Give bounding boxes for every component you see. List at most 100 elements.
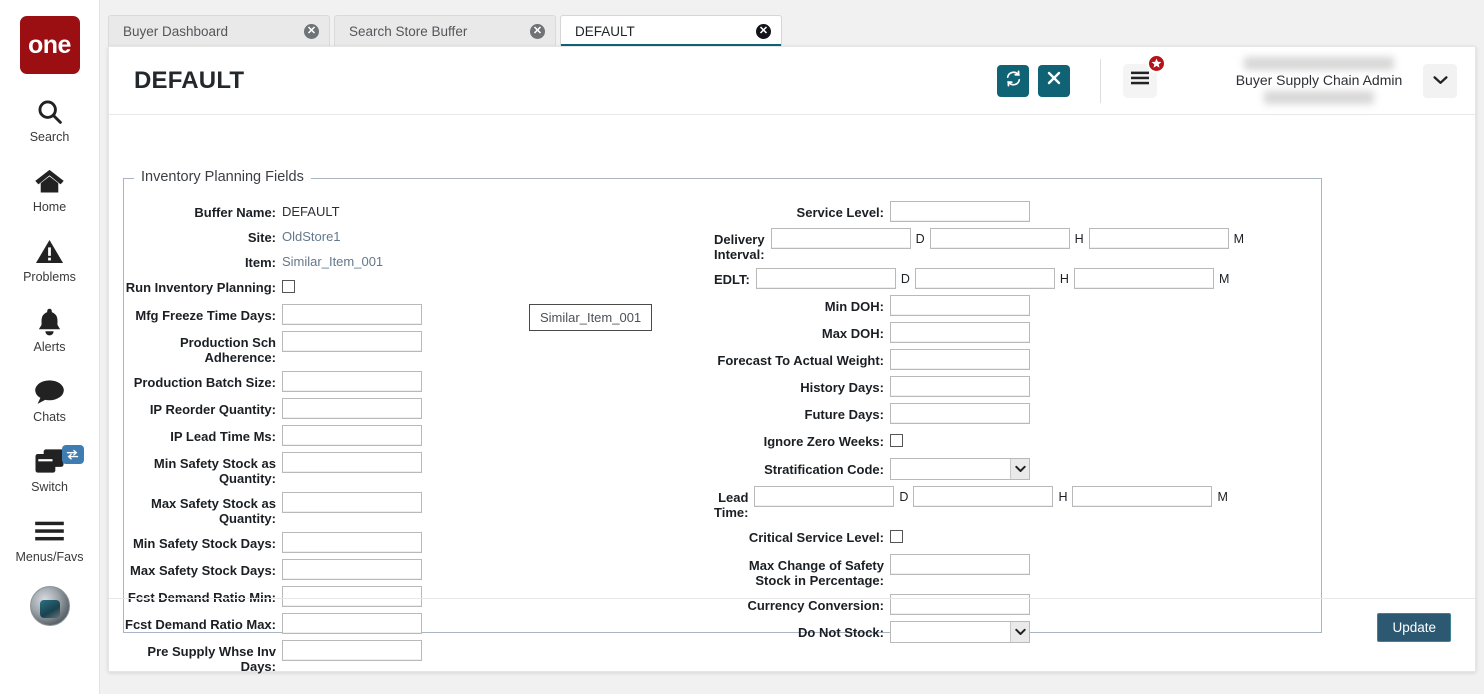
- right-field-column: Service Level:Delivery Interval:DHMEDLT:…: [714, 201, 1144, 649]
- sidebar-item-home[interactable]: Home: [0, 164, 100, 214]
- input-max-safety-stock-as-quantity[interactable]: [282, 492, 422, 513]
- input-future-days[interactable]: [890, 403, 1030, 424]
- input-min-doh[interactable]: [890, 295, 1030, 316]
- tab-strip: Buyer Dashboard ✕ Search Store Buffer ✕ …: [108, 14, 1484, 47]
- unit-label-d: D: [901, 268, 910, 286]
- tab-default[interactable]: DEFAULT ✕: [560, 15, 782, 47]
- field-row-min-doh: Min DOH:: [714, 295, 1144, 316]
- sidebar-item-problems[interactable]: Problems: [0, 234, 100, 284]
- field-label: IP Lead Time Ms:: [124, 425, 276, 444]
- input-delivery-interval-d[interactable]: [771, 228, 911, 249]
- field-label: Stratification Code:: [714, 458, 884, 477]
- field-row-future-days: Future Days:: [714, 403, 1144, 424]
- input-lead-time-m[interactable]: [1072, 486, 1212, 507]
- redacted-user-name: [1244, 57, 1394, 70]
- sidebar-item-label: Switch: [31, 480, 68, 494]
- tab-search-store-buffer[interactable]: Search Store Buffer ✕: [334, 15, 556, 47]
- field-row-service-level: Service Level:: [714, 201, 1144, 222]
- field-link-item[interactable]: Similar_Item_001: [282, 251, 383, 269]
- field-label: Production Batch Size:: [124, 371, 276, 390]
- field-label: Lead Time:: [714, 486, 748, 520]
- update-button[interactable]: Update: [1377, 613, 1451, 642]
- user-menu-toggle[interactable]: [1423, 64, 1457, 98]
- user-profile[interactable]: Buyer Supply Chain Admin: [1229, 57, 1409, 104]
- chevron-down-icon: [1433, 72, 1448, 90]
- input-max-safety-stock-days[interactable]: [282, 559, 422, 580]
- sidebar-item-chats[interactable]: Chats: [0, 374, 100, 424]
- checkbox-ignore-zero-weeks[interactable]: [890, 434, 903, 447]
- input-edlt-h[interactable]: [915, 268, 1055, 289]
- refresh-button[interactable]: [997, 65, 1029, 97]
- input-service-level[interactable]: [890, 201, 1030, 222]
- field-row-min-safety-stock-days: Min Safety Stock Days:: [124, 532, 544, 553]
- swap-arrows-icon[interactable]: [62, 445, 84, 464]
- field-control: [890, 458, 1030, 480]
- field-control: [890, 201, 1030, 222]
- input-production-batch-size[interactable]: [282, 371, 422, 392]
- field-label: Mfg Freeze Time Days:: [124, 304, 276, 323]
- inventory-planning-fieldset: Inventory Planning Fields Buffer Name:DE…: [123, 178, 1322, 633]
- field-control: [282, 276, 295, 298]
- field-row-lead-time: Lead Time:DHM: [714, 486, 1144, 520]
- input-production-sch-adherence[interactable]: [282, 331, 422, 352]
- input-max-change-of-safety-stock-in-percentage[interactable]: [890, 554, 1030, 575]
- input-delivery-interval-m[interactable]: [1089, 228, 1229, 249]
- field-row-edlt: EDLT:DHM: [714, 268, 1144, 289]
- sidebar-item-label: Chats: [33, 410, 66, 424]
- unit-label-m: M: [1219, 268, 1229, 286]
- checkbox-critical-service-level[interactable]: [890, 530, 903, 543]
- field-control: [890, 322, 1030, 343]
- sidebar-item-alerts[interactable]: Alerts: [0, 304, 100, 354]
- close-button[interactable]: [1038, 65, 1070, 97]
- field-control: [282, 492, 422, 513]
- field-label: Service Level:: [714, 201, 884, 220]
- input-delivery-interval-h[interactable]: [930, 228, 1070, 249]
- menu-button[interactable]: [1123, 64, 1157, 98]
- input-edlt-m[interactable]: [1074, 268, 1214, 289]
- sidebar-item-label: Menus/Favs: [15, 550, 83, 564]
- unit-label-m: M: [1234, 228, 1244, 246]
- input-history-days[interactable]: [890, 376, 1030, 397]
- field-control: [282, 425, 422, 446]
- input-ip-reorder-quantity[interactable]: [282, 398, 422, 419]
- app-logo[interactable]: one: [20, 16, 80, 74]
- input-mfg-freeze-time-days[interactable]: [282, 304, 422, 325]
- close-icon[interactable]: ✕: [304, 24, 319, 39]
- checkbox-run-inventory-planning[interactable]: [282, 280, 295, 293]
- sidebar-item-label: Alerts: [34, 340, 66, 354]
- sidebar-item-search[interactable]: Search: [0, 94, 100, 144]
- input-lead-time-h[interactable]: [913, 486, 1053, 507]
- input-max-doh[interactable]: [890, 322, 1030, 343]
- field-row-buffer-name: Buffer Name:DEFAULT: [124, 201, 544, 220]
- sidebar-item-menus-favs[interactable]: Menus/Favs: [0, 514, 100, 564]
- field-control: [282, 452, 422, 473]
- input-ip-lead-time-ms[interactable]: [282, 425, 422, 446]
- select-stratification-code[interactable]: [890, 458, 1030, 480]
- input-edlt-d[interactable]: [756, 268, 896, 289]
- header-divider: [1100, 59, 1101, 103]
- field-control: [282, 532, 422, 553]
- input-lead-time-d[interactable]: [754, 486, 894, 507]
- field-row-run-inventory-planning: Run Inventory Planning:: [124, 276, 544, 298]
- input-min-safety-stock-days[interactable]: [282, 532, 422, 553]
- sidebar-item-switch[interactable]: Switch: [0, 444, 100, 494]
- refresh-icon: [1005, 70, 1022, 92]
- input-min-safety-stock-as-quantity[interactable]: [282, 452, 422, 473]
- input-forecast-to-actual-weight[interactable]: [890, 349, 1030, 370]
- redacted-user-detail: [1264, 91, 1374, 104]
- field-row-item: Item:Similar_Item_001: [124, 251, 544, 270]
- unit-label-h: H: [1058, 486, 1067, 504]
- field-row-mfg-freeze-time-days: Mfg Freeze Time Days:: [124, 304, 544, 325]
- tab-buyer-dashboard[interactable]: Buyer Dashboard ✕: [108, 15, 330, 47]
- field-value-buffer-name: DEFAULT: [282, 201, 340, 219]
- close-icon[interactable]: ✕: [530, 24, 545, 39]
- field-row-forecast-to-actual-weight: Forecast To Actual Weight:: [714, 349, 1144, 370]
- field-label: Forecast To Actual Weight:: [714, 349, 884, 368]
- field-control: [890, 376, 1030, 397]
- card-footer: Update: [109, 598, 1475, 671]
- field-row-max-doh: Max DOH:: [714, 322, 1144, 343]
- search-icon: [35, 94, 64, 128]
- avatar[interactable]: [30, 586, 70, 626]
- field-link-site[interactable]: OldStore1: [282, 226, 341, 244]
- close-icon[interactable]: ✕: [756, 24, 771, 39]
